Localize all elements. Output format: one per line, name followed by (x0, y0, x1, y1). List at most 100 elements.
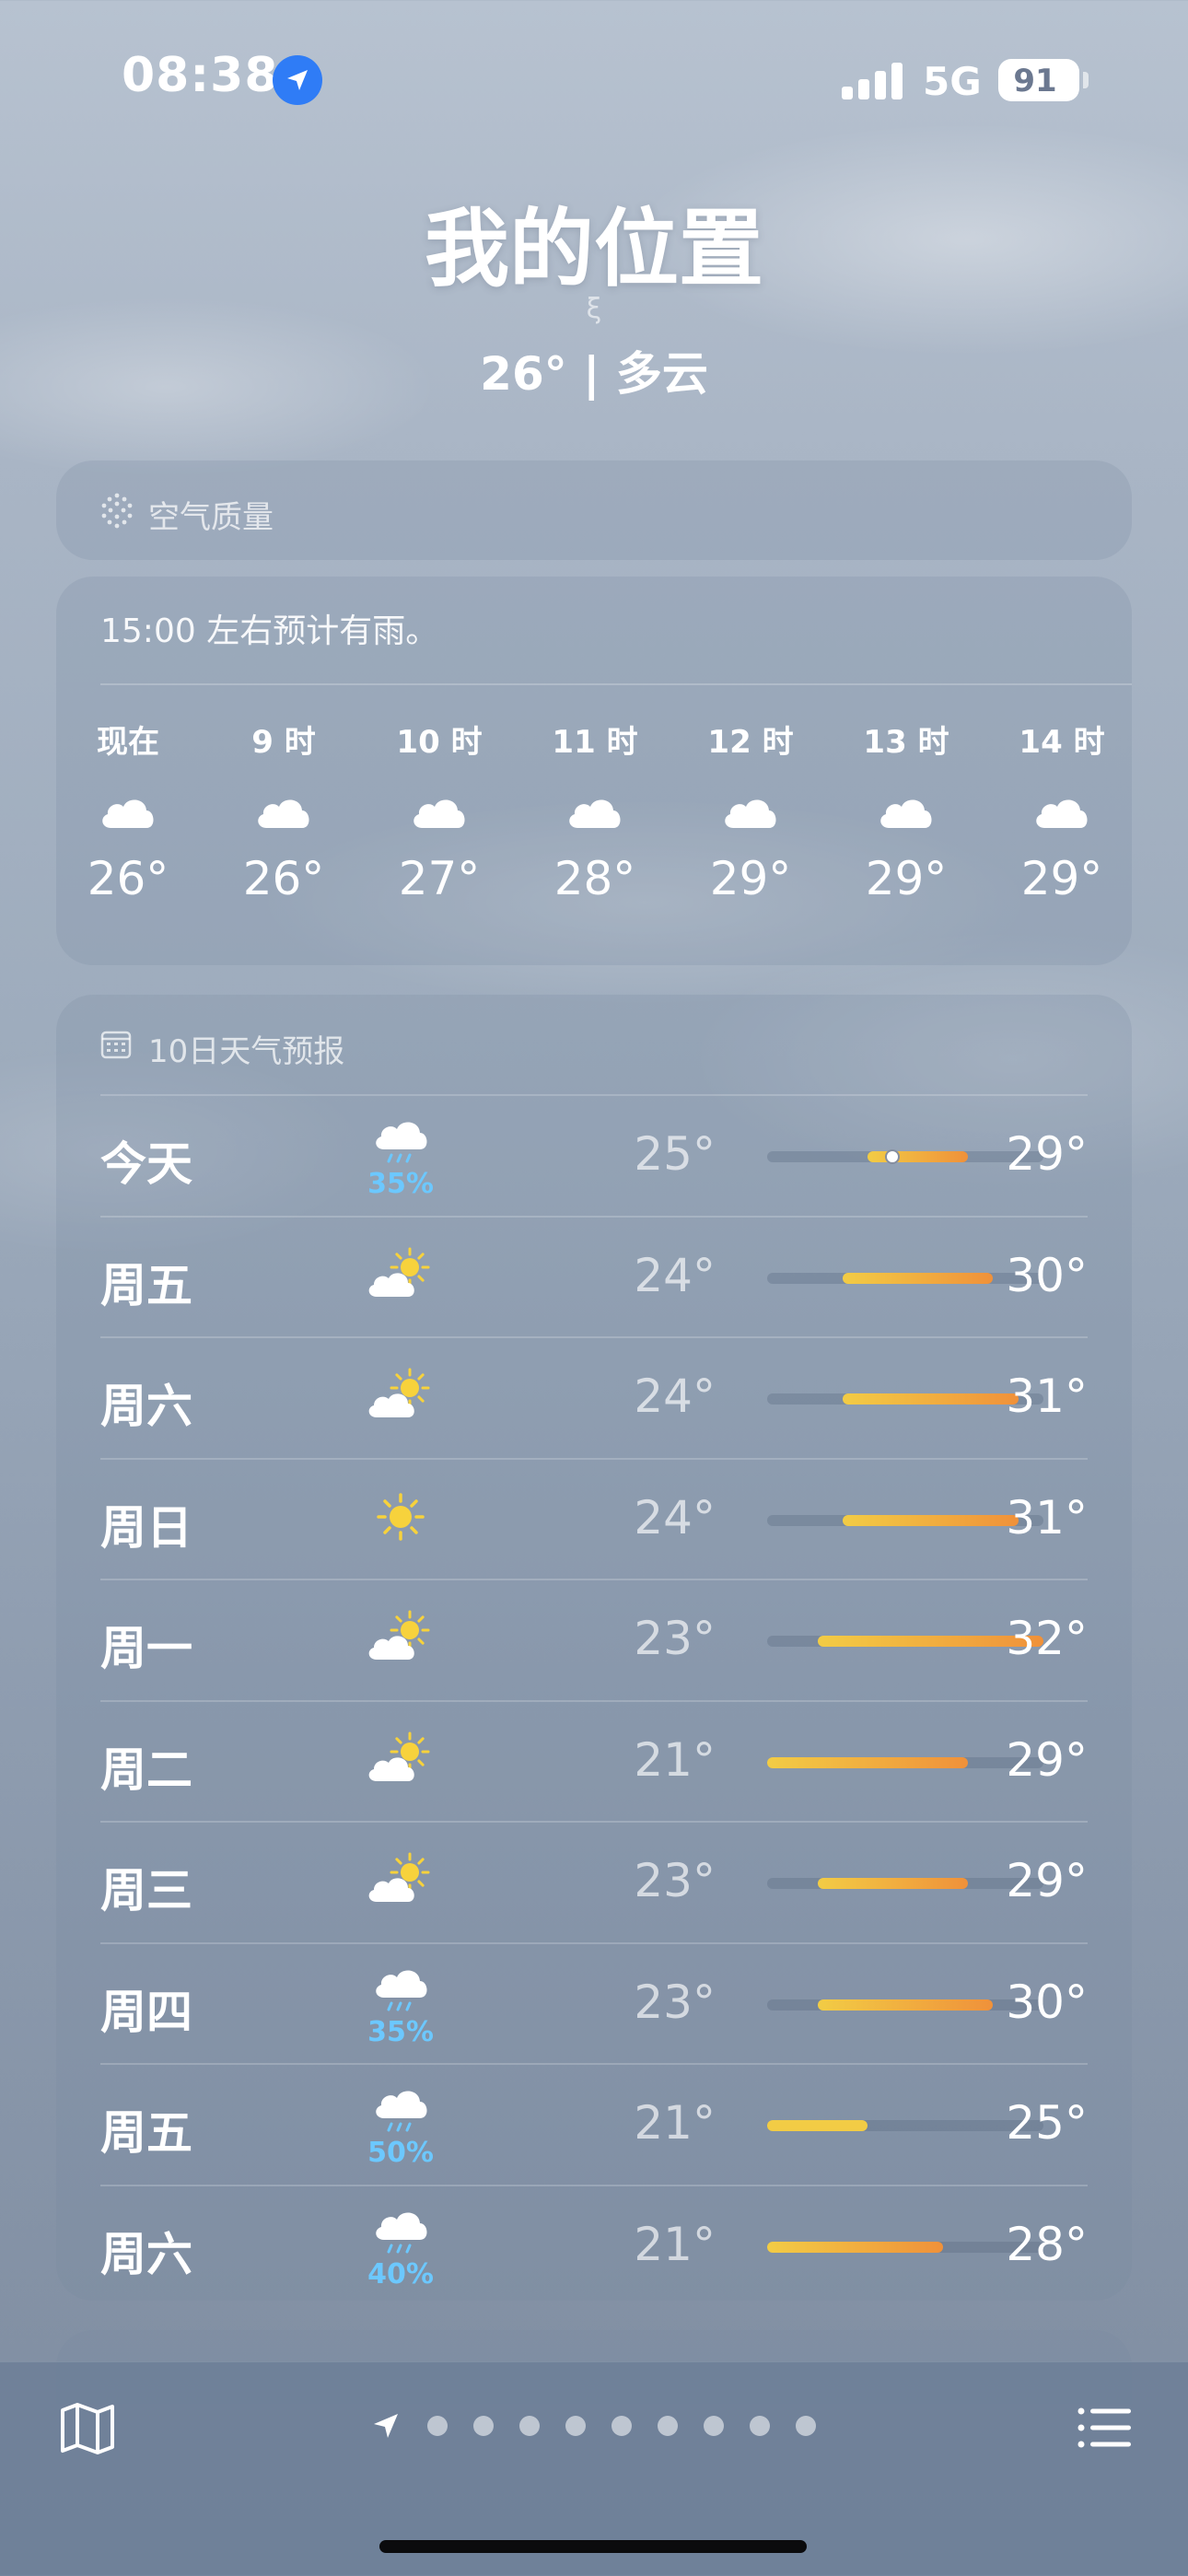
day-name: 周日 (100, 1500, 192, 1555)
rain-cloud-icon (364, 2083, 437, 2139)
hour-label: 现在 (97, 724, 159, 761)
high-temp: 29° (1006, 1127, 1088, 1181)
location-arrow-icon[interactable] (368, 2408, 403, 2443)
divider (100, 1094, 1088, 1096)
rain-cloud-icon (364, 2205, 437, 2260)
day-row: 周五 50% 21° 25° (100, 2063, 1088, 2183)
sun-icon (364, 1489, 437, 1544)
partly-cloudy-icon (364, 1247, 437, 1302)
cloud-icon (718, 789, 783, 832)
page-dot[interactable] (796, 2416, 816, 2436)
hour-label: 11 时 (552, 724, 638, 761)
day-row: 周六 40% 21° 28° (100, 2184, 1088, 2302)
high-temp: 30° (1006, 1975, 1088, 2029)
low-temp: 21° (634, 1732, 716, 1787)
high-temp: 31° (1006, 1490, 1088, 1544)
current-conditions: 26° | 多云 (480, 347, 708, 401)
page-dot[interactable] (427, 2416, 448, 2436)
low-temp: 25° (634, 1127, 716, 1181)
temp-range-fill (767, 2120, 868, 2131)
day-name: 周三 (100, 1864, 192, 1917)
high-temp: 25° (1006, 2096, 1088, 2150)
day-name: 周四 (100, 1985, 192, 2039)
divider (100, 683, 1132, 685)
day-name: 周六 (100, 2227, 192, 2281)
low-temp: 23° (634, 1612, 716, 1665)
hour-item: 现在 26° (59, 717, 197, 905)
low-temp: 24° (634, 1248, 716, 1302)
cloud-icon (251, 789, 316, 832)
page-dot[interactable] (565, 2416, 586, 2436)
low-temp: 24° (634, 1370, 716, 1423)
ten-day-title: 10日天气预报 (148, 1033, 345, 1070)
cloud-icon (96, 789, 160, 832)
day-name: 周五 (100, 2106, 192, 2160)
hour-temp: 29° (709, 852, 792, 905)
air-quality-title: 空气质量 (148, 499, 274, 536)
hour-temp: 29° (865, 852, 948, 905)
cloud-icon (563, 789, 627, 832)
page-dot[interactable] (658, 2416, 678, 2436)
hour-label: 14 时 (1019, 724, 1105, 761)
high-temp: 30° (1006, 1248, 1088, 1302)
hour-item: 13 时 29° (837, 717, 975, 905)
divider (100, 2063, 1088, 2065)
partly-cloudy-icon (364, 1731, 437, 1787)
list-icon[interactable] (1072, 2395, 1136, 2460)
hour-temp: 26° (87, 852, 169, 905)
hour-temp: 29° (1020, 852, 1103, 905)
rain-cloud-icon (364, 1963, 437, 2018)
home-indicator (379, 2540, 807, 2553)
day-row: 今天 35% 25° 29° (100, 1094, 1088, 1214)
day-row: 周三 23° 29° (100, 1821, 1088, 1941)
battery-cap (1083, 72, 1089, 88)
day-row: 周六 24° 31° (100, 1336, 1088, 1456)
day-row: 周四 35% 23° 30° (100, 1941, 1088, 2062)
divider (100, 1336, 1088, 1338)
page-dot[interactable] (519, 2416, 540, 2436)
divider (100, 1821, 1088, 1823)
precipitation-chance: 35% (367, 2015, 434, 2048)
page-dot[interactable] (704, 2416, 724, 2436)
rain-cloud-icon (364, 1114, 437, 1170)
page-dot[interactable] (473, 2416, 494, 2436)
page-dot[interactable] (750, 2416, 770, 2436)
low-temp: 23° (634, 1854, 716, 1907)
day-row: 周一 23° 32° (100, 1579, 1088, 1698)
hour-item: 14 时 29° (993, 717, 1131, 905)
cloud-icon (1030, 789, 1094, 832)
map-icon[interactable] (55, 2395, 120, 2460)
low-temp: 21° (634, 2217, 716, 2271)
divider (100, 1457, 1088, 1460)
low-temp: 21° (634, 2096, 716, 2150)
hour-label: 13 时 (863, 724, 949, 761)
hourly-forecast-card[interactable]: 15:00 左右预计有雨。 现在 26° 9 时 26° 10 时 27° 11 时 28° 1… (56, 577, 1132, 965)
day-row: 周二 21° 29° (100, 1699, 1088, 1820)
divider (100, 1699, 1088, 1702)
hour-item: 12 时 29° (681, 717, 820, 905)
day-row: 周日 24° 31° (100, 1457, 1088, 1578)
divider (100, 2184, 1088, 2186)
hourly-summary: 15:00 左右预计有雨。 (100, 612, 439, 650)
high-temp: 28° (1006, 2217, 1088, 2271)
hour-label: 9 时 (251, 724, 316, 761)
hour-temp: 26° (242, 852, 325, 905)
day-name: 周二 (100, 1743, 192, 1797)
partly-cloudy-icon (364, 1368, 437, 1423)
location-subtitle: ξ (586, 293, 602, 325)
temp-range-fill (842, 1272, 994, 1284)
page-indicator[interactable] (368, 2408, 829, 2445)
ten-day-forecast-card[interactable]: 10日天气预报 今天 35% 25° 29° 周五 24° 30° 周六 24° 31° 周日 24°… (56, 995, 1132, 2301)
day-name: 今天 (100, 1137, 192, 1191)
hour-item: 9 时 26° (215, 717, 353, 905)
page-dot[interactable] (611, 2416, 632, 2436)
calendar-icon (100, 1031, 132, 1059)
hour-temp: 27° (398, 852, 481, 905)
hour-temp: 28° (553, 852, 636, 905)
low-temp: 24° (634, 1490, 716, 1544)
location-title: 我的位置 (424, 200, 763, 298)
status-bar: 08:38 5G 91 (0, 0, 1188, 157)
air-quality-card[interactable]: 空气质量 (56, 460, 1132, 560)
network-type: 5G (923, 59, 982, 104)
high-temp: 29° (1006, 1854, 1088, 1907)
